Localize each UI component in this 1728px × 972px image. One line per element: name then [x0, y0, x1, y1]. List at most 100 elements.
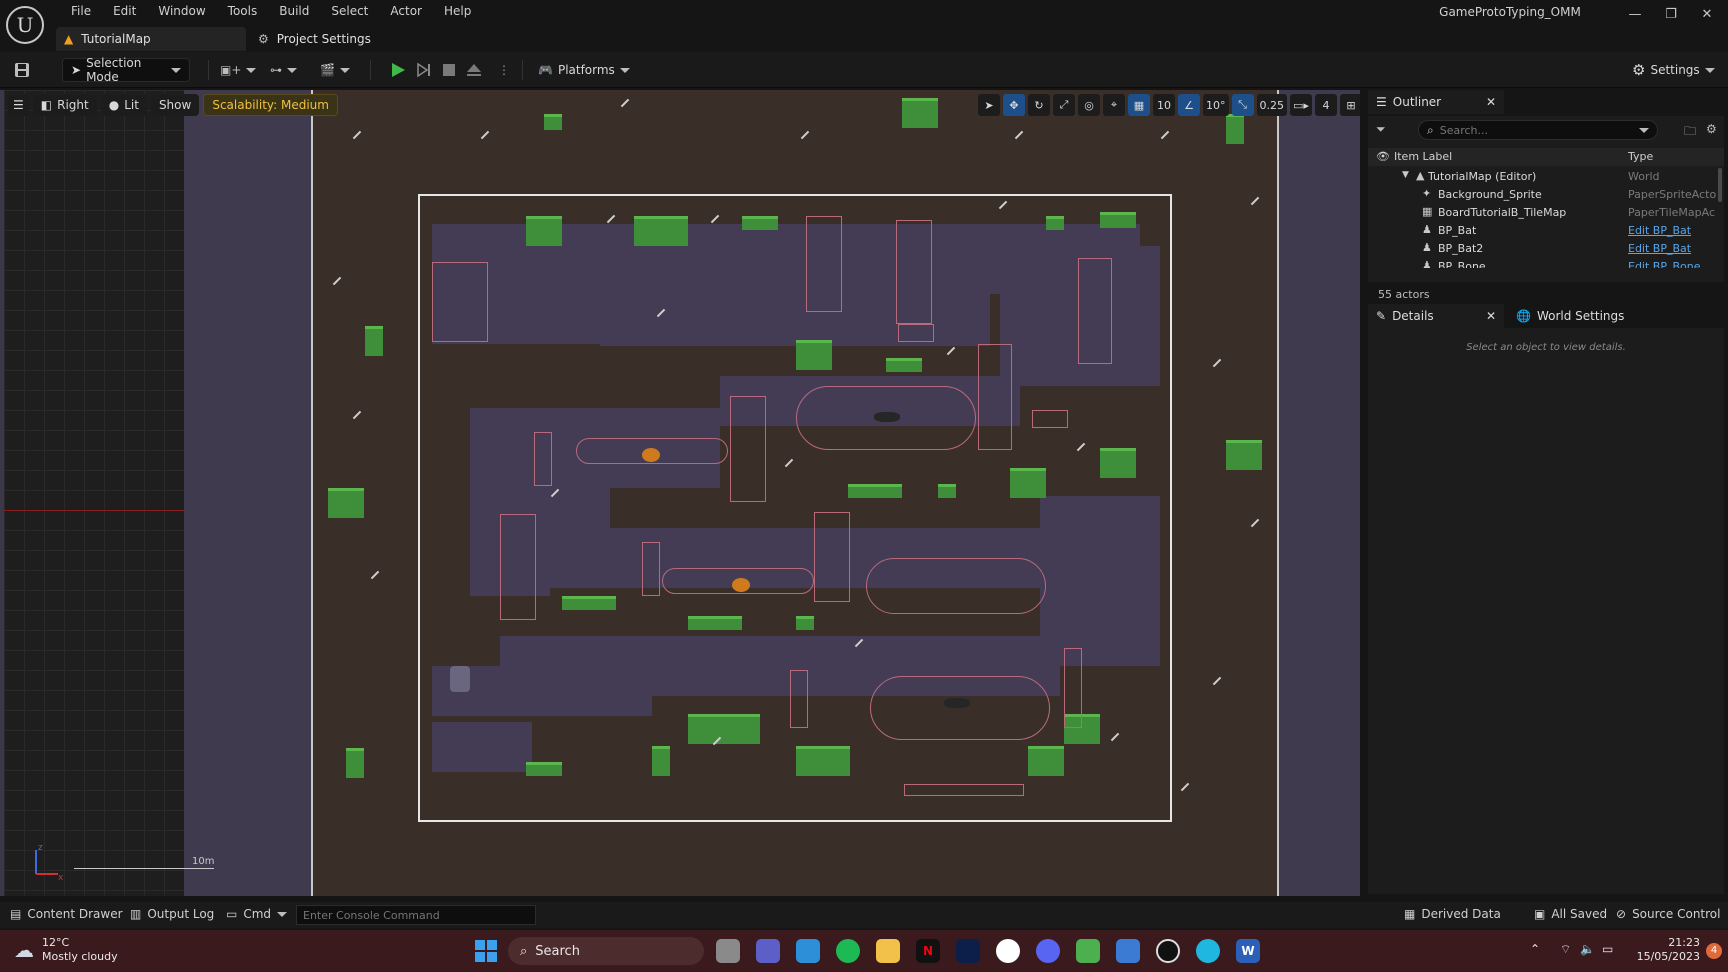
view-mode-button[interactable]: ◧ Right [32, 94, 97, 116]
outliner-row[interactable]: ✦ Background_Sprite PaperSpriteActo [1368, 186, 1724, 204]
volume-icon[interactable]: 🔈 [1580, 942, 1595, 956]
windows-start-icon[interactable] [474, 939, 498, 963]
netflix-icon[interactable]: N [916, 939, 940, 963]
source-control-button[interactable]: ⊘ Source Control [1616, 907, 1720, 921]
taskbar-search[interactable]: ⌕ Search [508, 937, 704, 965]
output-log-button[interactable]: ▥ Output Log [130, 907, 214, 921]
tab-outliner[interactable]: ☰ Outliner ✕ [1368, 90, 1504, 114]
content-drawer-button[interactable]: ▤ Content Drawer [10, 907, 123, 921]
menu-actor[interactable]: Actor [379, 3, 433, 19]
advance-frame-button[interactable] [416, 58, 432, 82]
outliner-row[interactable]: ▼ ▲ TutorialMap (Editor) World [1368, 168, 1724, 186]
cinematics-button[interactable]: 🎬 [320, 58, 350, 82]
selection-mode-dropdown[interactable]: ➤ Selection Mode [62, 56, 190, 84]
filter-icon[interactable]: ⏷ [1376, 122, 1386, 137]
column-item-label[interactable]: Item Label [1394, 150, 1452, 163]
unreal-logo-icon[interactable]: U [6, 6, 44, 44]
world-space-icon[interactable]: ◎ [1078, 94, 1100, 116]
menu-file[interactable]: File [60, 3, 102, 19]
camera-speed-icon[interactable]: ▭▸ [1290, 94, 1312, 116]
unreal-engine-taskbar-icon[interactable] [1156, 939, 1180, 963]
grid-snap-toggle[interactable]: ▦ [1128, 94, 1150, 116]
close-tab-icon[interactable]: ✕ [1486, 95, 1496, 109]
menu-help[interactable]: Help [433, 3, 482, 19]
menu-window[interactable]: Window [147, 3, 216, 19]
rotate-tool-icon[interactable]: ↻ [1028, 94, 1050, 116]
tray-chevron-up-icon[interactable]: ⌃ [1530, 942, 1540, 956]
all-saved-button[interactable]: ▣ All Saved [1534, 907, 1607, 921]
gear-icon[interactable]: ⚙ [1706, 122, 1717, 136]
menu-tools[interactable]: Tools [217, 3, 269, 19]
camera-speed-value[interactable]: 4 [1315, 94, 1337, 116]
console-command-input[interactable] [296, 905, 536, 925]
file-explorer-icon[interactable] [876, 939, 900, 963]
outliner-row[interactable]: ♟ BP_Bone Edit BP_Bone [1368, 258, 1724, 268]
discord-icon[interactable] [1036, 939, 1060, 963]
edge-icon[interactable] [1196, 939, 1220, 963]
spotify-icon[interactable] [836, 939, 860, 963]
outliner-search-box[interactable]: ⌕ [1418, 120, 1658, 140]
maximize-viewport-icon[interactable]: ⊞ [1340, 94, 1360, 116]
disney-plus-icon[interactable] [956, 939, 980, 963]
rotation-snap-toggle[interactable]: ∠ [1178, 94, 1200, 116]
edit-blueprint-link[interactable]: Edit BP_Bat [1628, 224, 1720, 237]
viewport-menu-button[interactable]: ☰ [8, 94, 29, 116]
tab-project-settings[interactable]: ⚙ Project Settings [250, 27, 379, 51]
restore-button[interactable]: ❐ [1656, 6, 1686, 24]
task-view-icon[interactable] [716, 939, 740, 963]
outliner-row[interactable]: ♟ BP_Bat2 Edit BP_Bat [1368, 240, 1724, 258]
close-tab-icon[interactable]: ✕ [1486, 309, 1496, 323]
save-icon[interactable] [14, 58, 34, 82]
blueprints-button[interactable]: ⊶ [270, 58, 297, 82]
tab-world-settings[interactable]: 🌐 World Settings [1508, 304, 1668, 328]
outliner-row[interactable]: ♟ BP_Bat Edit BP_Bat [1368, 222, 1724, 240]
board-tilemap[interactable] [418, 194, 1172, 822]
scale-snap-value[interactable]: 0.25 [1256, 94, 1287, 116]
play-button[interactable] [390, 58, 406, 82]
select-tool-icon[interactable]: ➤ [978, 94, 1000, 116]
notification-badge[interactable]: 4 [1706, 943, 1722, 959]
settings-dropdown[interactable]: ⚙ Settings [1632, 58, 1715, 82]
tab-tutorialmap[interactable]: ▲ TutorialMap [56, 27, 246, 51]
menu-build[interactable]: Build [268, 3, 320, 19]
rotation-snap-value[interactable]: 10° [1203, 94, 1229, 116]
level-viewport[interactable]: ☰ ◧ Right ● Lit Show Scalability: Medium… [0, 90, 1360, 896]
system-clock[interactable]: 21:23 15/05/2023 [1630, 936, 1700, 964]
outliner-row[interactable]: ▦ BoardTutorialB_TileMap PaperTileMapAc [1368, 204, 1724, 222]
grid-snap-value[interactable]: 10 [1153, 94, 1175, 116]
add-folder-icon[interactable]: 🗀 [1684, 122, 1696, 143]
teams-icon[interactable] [756, 939, 780, 963]
app-icon[interactable] [1116, 939, 1140, 963]
translate-tool-icon[interactable]: ✥ [1003, 94, 1025, 116]
cmd-dropdown[interactable]: ▭ Cmd [226, 907, 288, 921]
edit-blueprint-link[interactable]: Edit BP_Bone [1628, 260, 1720, 268]
stop-button[interactable] [442, 58, 456, 82]
expand-arrow-icon[interactable]: ▼ [1402, 170, 1409, 180]
close-window-button[interactable]: ✕ [1692, 6, 1722, 24]
chrome-icon[interactable] [996, 939, 1020, 963]
menu-edit[interactable]: Edit [102, 3, 147, 19]
word-icon[interactable]: W [1236, 939, 1260, 963]
derived-data-button[interactable]: ▦ Derived Data [1404, 907, 1501, 921]
outliner-scrollbar[interactable] [1718, 168, 1722, 202]
add-actor-button[interactable]: ▣+ [220, 58, 257, 82]
outliner-search-input[interactable] [1439, 123, 1633, 137]
weather-widget[interactable]: ☁ 12°C Mostly cloudy [14, 936, 118, 964]
menu-select[interactable]: Select [320, 3, 379, 19]
mail-icon[interactable] [796, 939, 820, 963]
lighting-mode-button[interactable]: ● Lit [100, 94, 147, 116]
sheets-icon[interactable] [1076, 939, 1100, 963]
column-type[interactable]: Type [1628, 150, 1653, 163]
wifi-icon[interactable]: ⌔ [1560, 942, 1571, 957]
scale-snap-toggle[interactable]: ⤡ [1231, 94, 1254, 116]
scale-tool-icon[interactable]: ⤢ [1053, 94, 1075, 116]
scalability-button[interactable]: Scalability: Medium [203, 94, 338, 116]
chevron-down-icon[interactable] [1639, 127, 1649, 133]
minimize-button[interactable]: — [1620, 6, 1650, 24]
show-button[interactable]: Show [150, 94, 200, 116]
edit-blueprint-link[interactable]: Edit BP_Bat [1628, 242, 1720, 255]
play-options-icon[interactable]: ⋮ [498, 58, 510, 82]
surface-snap-icon[interactable]: ⌖ [1103, 94, 1125, 116]
eject-button[interactable] [466, 58, 482, 82]
visibility-eye-icon[interactable]: 👁 [1376, 150, 1390, 163]
